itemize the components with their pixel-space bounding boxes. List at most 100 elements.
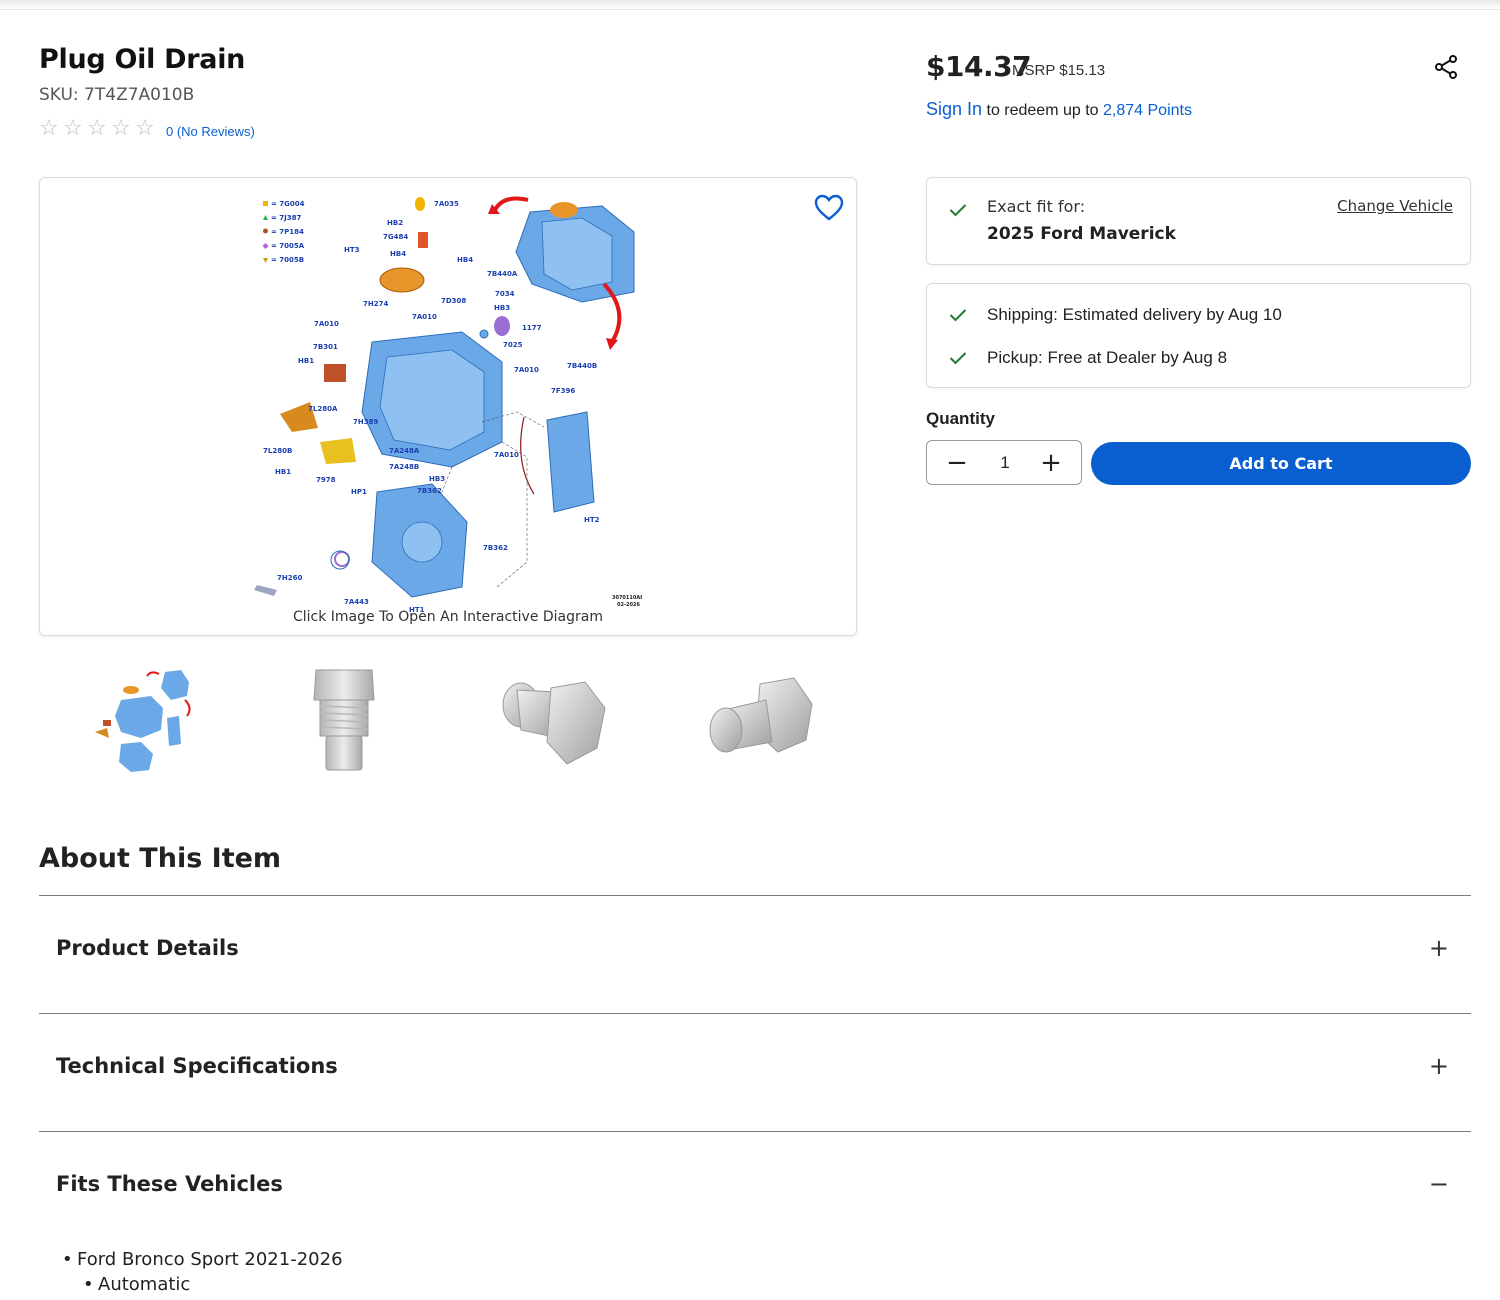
star-outline-icon: ☆ — [111, 116, 131, 141]
svg-text:7H260: 7H260 — [277, 574, 302, 582]
svg-text:7H274: 7H274 — [363, 300, 388, 308]
reviews-link[interactable]: 0 (No Reviews) — [166, 124, 255, 139]
svg-text:HB4: HB4 — [390, 250, 406, 258]
svg-text:7B301: 7B301 — [313, 343, 338, 351]
svg-text:7G484: 7G484 — [383, 233, 408, 241]
svg-text:7F396: 7F396 — [551, 387, 575, 395]
svg-text:7B440B: 7B440B — [567, 362, 597, 370]
thumbnail-plug-angle[interactable] — [489, 660, 609, 780]
thumbnail-plug-side[interactable] — [284, 660, 404, 780]
svg-text:7A010: 7A010 — [494, 451, 519, 459]
svg-text:HB1: HB1 — [298, 357, 314, 365]
star-outline-icon: ☆ — [39, 116, 59, 141]
fitment-card: Exact fit for: 2025 Ford Maverick Change… — [926, 177, 1471, 265]
rating-stars: ☆ ☆ ☆ ☆ ☆ — [39, 118, 159, 140]
accordion-fits-these-vehicles[interactable]: Fits These Vehicles − — [39, 1132, 1471, 1248]
image-caption: Click Image To Open An Interactive Diagr… — [292, 609, 603, 625]
list-item: • Ford Bronco Sport 2021-2026 — [62, 1249, 343, 1270]
svg-text:7A010: 7A010 — [412, 313, 437, 321]
check-icon — [949, 309, 967, 322]
product-title: Plug Oil Drain — [39, 44, 246, 75]
svg-text:= 7005B: = 7005B — [271, 256, 304, 264]
svg-text:02-2026: 02-2026 — [617, 602, 640, 608]
svg-text:7B362: 7B362 — [483, 544, 508, 552]
svg-text:= 7J387: = 7J387 — [271, 214, 302, 222]
vehicle-variant: Automatic — [98, 1274, 191, 1295]
quantity-input[interactable] — [981, 441, 1029, 484]
svg-text:7D308: 7D308 — [441, 297, 466, 305]
fit-vehicle: 2025 Ford Maverick — [987, 224, 1176, 244]
check-icon — [949, 352, 967, 365]
accordion-title: Fits These Vehicles — [56, 1172, 283, 1196]
svg-text:7A010: 7A010 — [514, 366, 539, 374]
plus-icon[interactable]: + — [1429, 1051, 1449, 1081]
svg-text:7L280A: 7L280A — [308, 405, 338, 413]
svg-text:3070110AH: 3070110AH — [612, 595, 642, 601]
svg-text:= 7005A: = 7005A — [271, 242, 305, 250]
star-outline-icon: ☆ — [63, 116, 83, 141]
accordion-title: Technical Specifications — [56, 1054, 338, 1078]
svg-text:= 7G004: = 7G004 — [271, 200, 305, 208]
svg-text:7A443: 7A443 — [344, 598, 369, 606]
accordion-product-details[interactable]: Product Details + — [39, 896, 1471, 1012]
fits-vehicles-list: • Ford Bronco Sport 2021-2026 • Automatic — [62, 1249, 343, 1295]
svg-text:7A248B: 7A248B — [389, 463, 419, 471]
svg-text:HB4: HB4 — [457, 256, 473, 264]
vehicle-name: Ford Bronco Sport 2021-2026 — [77, 1249, 343, 1270]
shipping-line: Shipping: Estimated delivery by Aug 10 — [987, 305, 1282, 324]
exploded-parts-diagram[interactable]: = 7G004 = 7J387 = 7P184 = 7005A = 7005B — [252, 192, 642, 612]
points-link[interactable]: 2,874 Points — [1103, 102, 1192, 119]
redeem-text: to redeem up to — [982, 102, 1104, 119]
svg-text:HT3: HT3 — [344, 246, 360, 254]
svg-text:7L280B: 7L280B — [263, 447, 292, 455]
delivery-card: Shipping: Estimated delivery by Aug 10 P… — [926, 283, 1471, 388]
svg-text:7B362: 7B362 — [417, 487, 442, 495]
add-to-cart-button[interactable]: Add to Cart — [1091, 442, 1471, 485]
msrp: MSRP $15.13 — [1012, 62, 1106, 79]
thumbnail-plug-profile[interactable] — [694, 660, 814, 780]
share-icon[interactable] — [1432, 53, 1460, 81]
check-icon — [949, 204, 967, 217]
minus-icon[interactable]: − — [1429, 1169, 1449, 1199]
svg-text:7B440A: 7B440A — [487, 270, 518, 278]
svg-text:HB1: HB1 — [275, 468, 291, 476]
svg-text:7A248A: 7A248A — [389, 447, 420, 455]
top-bar-shadow — [0, 0, 1500, 10]
star-outline-icon: ☆ — [135, 116, 155, 141]
thumbnail-diagram[interactable] — [81, 660, 201, 780]
accordion-technical-specifications[interactable]: Technical Specifications + — [39, 1014, 1471, 1130]
about-heading: About This Item — [39, 843, 282, 874]
thumbnail-strip — [39, 660, 857, 780]
svg-text:HB3: HB3 — [429, 475, 445, 483]
svg-text:HB2: HB2 — [387, 219, 403, 227]
product-sku: SKU: 7T4Z7A010B — [39, 85, 195, 105]
svg-text:HP1: HP1 — [351, 488, 367, 496]
fit-label: Exact fit for: — [987, 197, 1086, 216]
star-outline-icon: ☆ — [87, 116, 107, 141]
svg-text:= 7P184: = 7P184 — [271, 228, 304, 236]
svg-text:7H389: 7H389 — [353, 418, 378, 426]
svg-text:HB3: HB3 — [494, 304, 510, 312]
points-redeem-line: Sign In to redeem up to 2,874 Points — [926, 99, 1192, 120]
svg-text:7A010: 7A010 — [314, 320, 339, 328]
svg-text:1177: 1177 — [522, 324, 542, 332]
svg-text:7A035: 7A035 — [434, 200, 459, 208]
svg-text:7025: 7025 — [503, 341, 523, 349]
quantity-label: Quantity — [926, 409, 995, 428]
plus-icon: + — [1040, 447, 1062, 478]
accordion-title: Product Details — [56, 936, 239, 960]
svg-text:7978: 7978 — [316, 476, 336, 484]
minus-icon: − — [946, 447, 968, 478]
main-image-panel[interactable]: = 7G004 = 7J387 = 7P184 = 7005A = 7005B — [39, 177, 857, 636]
increase-quantity-button[interactable]: + — [1027, 441, 1075, 484]
decrease-quantity-button[interactable]: − — [933, 441, 981, 484]
svg-text:HT2: HT2 — [584, 516, 600, 524]
svg-text:7034: 7034 — [495, 290, 515, 298]
pickup-line: Pickup: Free at Dealer by Aug 8 — [987, 348, 1228, 367]
heart-icon[interactable] — [813, 192, 845, 224]
list-item: • Automatic — [83, 1274, 191, 1295]
change-vehicle-link[interactable]: Change Vehicle — [1337, 197, 1453, 215]
plus-icon[interactable]: + — [1429, 933, 1449, 963]
sign-in-link[interactable]: Sign In — [926, 99, 982, 119]
quantity-stepper: − + — [926, 440, 1082, 485]
